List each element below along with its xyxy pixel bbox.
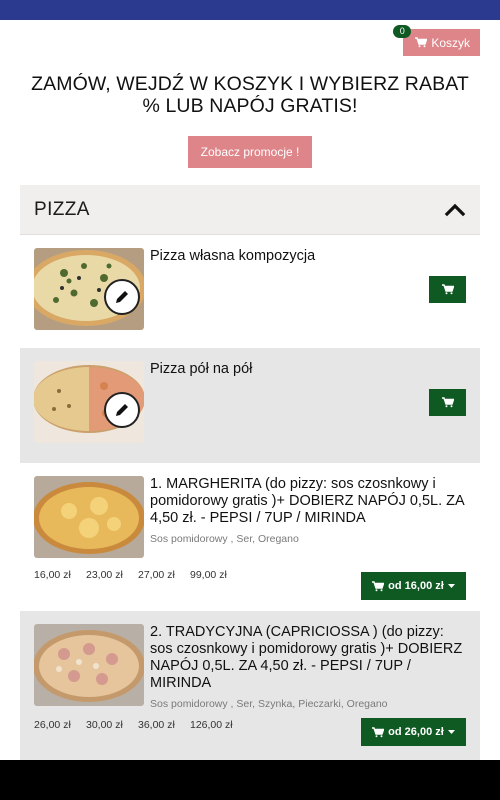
order-size-button[interactable]: od 16,00 zł [361,572,466,600]
item-name: Pizza własna kompozycja [150,248,316,264]
cart-icon [415,37,428,48]
edit-composition-button[interactable] [104,279,140,315]
cart-label: Koszyk [431,35,470,50]
cart-icon [372,580,385,591]
list-item: Pizza pół na pół [20,348,480,463]
cart-icon [441,397,454,408]
promotions-button[interactable]: Zobacz promocje ! [188,136,312,168]
pizza-image [34,476,144,558]
price-option[interactable]: 26,00 zł [34,719,86,731]
chevron-up-icon[interactable] [444,199,466,221]
menu-section-pizza: PIZZA Pizza własna kompozycja Pizza pół … [20,185,480,765]
page-headline: ZAMÓW, WEJDŹ W KOSZYK I WYBIERZ RABAT % … [31,73,469,117]
section-title: PIZZA [34,198,90,220]
price-option[interactable]: 30,00 zł [86,719,138,731]
add-to-cart-button[interactable] [429,276,466,303]
item-name: 1. MARGHERITA (do pizzy: sos czosnkowy i… [150,476,464,526]
cart-button[interactable]: Koszyk [403,29,480,56]
caret-down-icon [447,729,455,734]
section-header[interactable]: PIZZA [20,185,480,235]
price-option[interactable]: 36,00 zł [138,719,190,731]
cart-icon [441,284,454,295]
list-item: 1. MARGHERITA (do pizzy: sos czosnkowy i… [20,463,480,611]
pencil-icon [116,291,128,303]
item-name: 2. TRADYCYJNA (CAPRICIOSSA ) (do pizzy: … [150,624,463,691]
cart-icon [372,726,385,737]
pencil-icon [116,404,128,416]
price-option[interactable]: 27,00 zł [138,569,190,581]
item-ingredients: Sos pomidorowy , Ser, Szynka, Pieczarki,… [150,698,388,710]
order-size-label: od 26,00 zł [388,726,444,738]
price-option[interactable]: 126,00 zł [190,719,250,731]
add-to-cart-button[interactable] [429,389,466,416]
caret-down-icon [447,583,455,588]
price-list: 26,00 zł 30,00 zł 36,00 zł 126,00 zł [34,719,250,731]
item-name: Pizza pół na pół [150,361,253,377]
system-navigation-bar [0,760,500,800]
cart-count-badge: 0 [393,25,412,38]
price-option[interactable]: 16,00 zł [34,569,86,581]
item-ingredients: Sos pomidorowy , Ser, Oregano [150,533,299,545]
cart-area: Koszyk 0 [393,25,480,56]
list-item: 2. TRADYCYJNA (CAPRICIOSSA ) (do pizzy: … [20,611,480,761]
order-size-label: od 16,00 zł [388,580,444,592]
price-option[interactable]: 23,00 zł [86,569,138,581]
order-size-button[interactable]: od 26,00 zł [361,718,466,746]
status-bar [0,0,500,20]
pizza-image [34,624,144,706]
price-option[interactable]: 99,00 zł [190,569,242,581]
edit-composition-button[interactable] [104,392,140,428]
price-list: 16,00 zł 23,00 zł 27,00 zł 99,00 zł [34,569,242,581]
list-item: Pizza własna kompozycja [20,235,480,348]
